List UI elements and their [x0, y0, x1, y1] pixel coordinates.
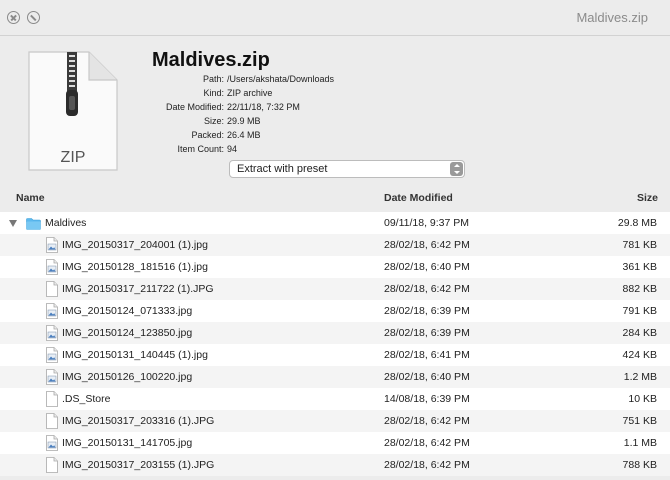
item-size: 781 KB [622, 239, 657, 251]
item-size: 29.8 MB [617, 217, 657, 229]
file-row[interactable]: IMG_20150124_071333.jpg 28/02/18, 6:39 PM… [0, 300, 670, 322]
document-file-icon [46, 457, 58, 473]
file-row[interactable]: IMG_20150317_203155 (1).JPG 28/02/18, 6:4… [0, 454, 670, 476]
item-date-modified: 28/02/18, 6:42 PM [384, 283, 470, 295]
image-file-icon [46, 237, 58, 253]
up-down-arrows-icon [450, 162, 463, 176]
item-name: IMG_20150124_071333.jpg [62, 305, 193, 317]
file-row[interactable]: IMG_20150317_203316 (1).JPG 28/02/18, 6:4… [0, 410, 670, 432]
item-size: 882 KB [622, 283, 657, 295]
item-name: IMG_20150317_204001 (1).jpg [62, 239, 208, 251]
image-file-icon [46, 435, 58, 451]
column-header-name[interactable]: Name [16, 192, 45, 204]
info-path: Path:/Users/akshata/Downloads [130, 73, 334, 86]
info-value: ZIP archive [227, 88, 273, 98]
image-file-icon [46, 325, 58, 341]
item-name: IMG_20150128_181516 (1).jpg [62, 261, 208, 273]
document-file-icon [46, 391, 58, 407]
file-row[interactable]: .DS_Store 14/08/18, 6:39 PM 10 KB [0, 388, 670, 410]
item-date-modified: 28/02/18, 6:42 PM [384, 459, 470, 471]
info-packed: Packed: 26.4 MB [130, 129, 261, 142]
item-name: IMG_20150131_140445 (1).jpg [62, 349, 208, 361]
item-name: IMG_20150317_203316 (1).JPG [62, 415, 215, 427]
info-kind: Kind: ZIP archive [130, 87, 272, 100]
item-date-modified: 28/02/18, 6:42 PM [384, 437, 470, 449]
info-label: Item Count: [177, 144, 224, 154]
info-label: Path: [202, 74, 224, 84]
zip-file-icon: ZIP [28, 51, 118, 171]
window-title: Maldives.zip [576, 10, 648, 25]
item-size: 10 KB [628, 393, 657, 405]
preset-selected-value: Extract with preset [237, 163, 328, 175]
item-date-modified: 14/08/18, 6:39 PM [384, 393, 470, 405]
item-name: Maldives [45, 217, 87, 229]
archive-name: Maldives.zip [152, 49, 270, 71]
image-file-icon [46, 303, 58, 319]
item-name: IMG_20150126_100220.jpg [62, 371, 193, 383]
item-date-modified: 28/02/18, 6:39 PM [384, 305, 470, 317]
file-row[interactable]: IMG_20150131_140445 (1).jpg 28/02/18, 6:4… [0, 344, 670, 366]
item-name: IMG_20150131_141705.jpg [62, 437, 193, 449]
info-value: /Users/akshata/Downloads [227, 74, 335, 84]
info-value: 22/11/18, 7:32 PM [227, 102, 300, 112]
file-row[interactable]: IMG_20150131_141705.jpg 28/02/18, 6:42 PM… [0, 432, 670, 454]
image-file-icon [46, 347, 58, 363]
info-label: Kind: [203, 88, 224, 98]
close-icon[interactable] [7, 11, 20, 24]
column-header-size[interactable]: Size [637, 192, 658, 204]
zip-icon-label: ZIP [61, 149, 86, 166]
item-name: IMG_20150124_123850.jpg [62, 327, 193, 339]
item-size: 1.2 MB [623, 371, 657, 383]
info-value: 26.4 MB [227, 130, 261, 140]
folder-row[interactable]: Maldives 09/11/18, 9:37 PM 29.8 MB [0, 212, 670, 234]
extract-preset-select[interactable]: Extract with preset [229, 160, 465, 178]
item-size: 361 KB [622, 261, 657, 273]
file-row[interactable]: IMG_20150124_123850.jpg 28/02/18, 6:39 PM… [0, 322, 670, 344]
item-size: 284 KB [622, 327, 657, 339]
image-file-icon [46, 369, 58, 385]
info-item-count: Item Count: 94 [130, 143, 237, 156]
info-label: Packed: [191, 130, 224, 140]
info-value: 29.9 MB [227, 116, 261, 126]
info-value: 94 [227, 144, 238, 154]
file-row[interactable]: IMG_20150126_100220.jpg 28/02/18, 6:40 PM… [0, 366, 670, 388]
item-size: 751 KB [622, 415, 657, 427]
item-size: 1.1 MB [623, 437, 657, 449]
file-row[interactable]: IMG_20150317_211722 (1).JPG 28/02/18, 6:4… [0, 278, 670, 300]
stop-icon[interactable] [27, 11, 40, 24]
item-date-modified: 09/11/18, 9:37 PM [384, 217, 470, 229]
item-date-modified: 28/02/18, 6:40 PM [384, 261, 470, 273]
item-size: 424 KB [622, 349, 657, 361]
item-date-modified: 28/02/18, 6:40 PM [384, 371, 470, 383]
info-label: Date Modified: [165, 102, 224, 112]
item-name: .DS_Store [62, 393, 111, 405]
file-row[interactable]: IMG_20150128_181516 (1).jpg 28/02/18, 6:4… [0, 256, 670, 278]
list-header: Name Date Modified Size [0, 186, 670, 208]
info-label: Size: [203, 116, 224, 126]
info-date-modified: Date Modified: 22/11/18, 7:32 PM [130, 101, 300, 114]
file-list: Maldives 09/11/18, 9:37 PM 29.8 MB IMG_2015… [0, 212, 670, 476]
image-file-icon [46, 259, 58, 275]
disclosure-triangle-icon[interactable] [9, 220, 17, 227]
file-row[interactable]: IMG_20150317_204001 (1).jpg 28/02/18, 6:4… [0, 234, 670, 256]
column-header-date-modified[interactable]: Date Modified [384, 192, 453, 204]
item-size: 791 KB [622, 305, 657, 317]
info-size: Size: 29.9 MB [130, 115, 261, 128]
item-date-modified: 28/02/18, 6:39 PM [384, 327, 470, 339]
item-date-modified: 28/02/18, 6:42 PM [384, 239, 470, 251]
document-file-icon [46, 413, 58, 429]
title-bar: Maldives.zip [0, 0, 670, 36]
item-date-modified: 28/02/18, 6:41 PM [384, 349, 470, 361]
folder-icon [26, 218, 41, 230]
item-name: IMG_20150317_203155 (1).JPG [62, 459, 215, 471]
document-file-icon [46, 281, 58, 297]
item-date-modified: 28/02/18, 6:42 PM [384, 415, 470, 427]
item-size: 788 KB [622, 459, 657, 471]
item-name: IMG_20150317_211722 (1).JPG [62, 283, 214, 295]
